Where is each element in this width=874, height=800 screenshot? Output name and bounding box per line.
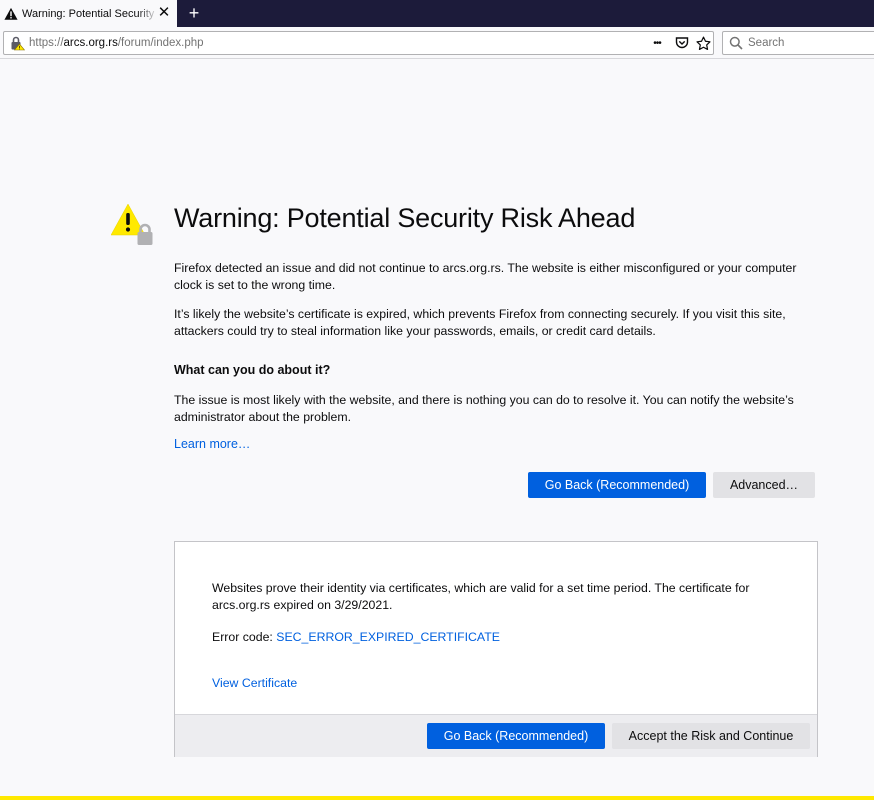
pocket-icon[interactable] bbox=[673, 35, 691, 51]
advanced-panel-footer: Go Back (Recommended) Accept the Risk an… bbox=[175, 714, 817, 757]
security-warning-icon bbox=[111, 203, 153, 245]
search-bar[interactable] bbox=[722, 31, 874, 55]
accept-risk-button[interactable]: Accept the Risk and Continue bbox=[612, 723, 810, 749]
risk-paragraph: It’s likely the website’s certificate is… bbox=[174, 307, 786, 338]
insecure-lock-icon[interactable] bbox=[9, 35, 25, 51]
go-back-button-advanced[interactable]: Go Back (Recommended) bbox=[427, 723, 605, 749]
warning-icon bbox=[4, 7, 18, 20]
what-can-you-do-heading: What can you do about it? bbox=[174, 363, 331, 377]
error-code-label: Error code: bbox=[212, 630, 277, 644]
go-back-button[interactable]: Go Back (Recommended) bbox=[528, 472, 706, 498]
tab-strip: Warning: Potential Security Risk Ahead ✕… bbox=[0, 0, 874, 27]
tab-active[interactable]: Warning: Potential Security Risk Ahead ✕ bbox=[0, 0, 177, 27]
view-certificate-link[interactable]: View Certificate bbox=[212, 675, 297, 692]
certificate-explanation: Websites prove their identity via certif… bbox=[212, 581, 750, 612]
tab-title: Warning: Potential Security Risk Ahead bbox=[22, 7, 158, 20]
bookmark-star-icon[interactable] bbox=[694, 35, 712, 51]
advanced-button[interactable]: Advanced… bbox=[713, 472, 815, 498]
url-bar[interactable]: https://arcs.org.rs/forum/index.php ••• bbox=[3, 31, 714, 55]
new-tab-button[interactable]: + bbox=[183, 3, 205, 23]
warning-stripe bbox=[0, 796, 874, 800]
error-code-link[interactable]: SEC_ERROR_EXPIRED_CERTIFICATE bbox=[276, 630, 500, 644]
url-text[interactable]: https://arcs.org.rs/forum/index.php bbox=[29, 37, 204, 49]
advanced-panel: Websites prove their identity via certif… bbox=[174, 541, 818, 757]
intro-paragraph: Firefox detected an issue and did not co… bbox=[174, 261, 797, 292]
navigation-toolbar: https://arcs.org.rs/forum/index.php ••• bbox=[0, 27, 874, 59]
learn-more-link[interactable]: Learn more… bbox=[174, 437, 250, 451]
page-actions-icon[interactable]: ••• bbox=[648, 35, 666, 51]
error-code-line: Error code: SEC_ERROR_EXPIRED_CERTIFICAT… bbox=[212, 629, 792, 646]
search-input[interactable] bbox=[748, 37, 858, 49]
resolution-paragraph: The issue is most likely with the websit… bbox=[174, 393, 794, 424]
close-tab-icon[interactable]: ✕ bbox=[157, 5, 171, 20]
search-icon bbox=[729, 36, 743, 50]
page-title: Warning: Potential Security Risk Ahead bbox=[174, 203, 636, 233]
